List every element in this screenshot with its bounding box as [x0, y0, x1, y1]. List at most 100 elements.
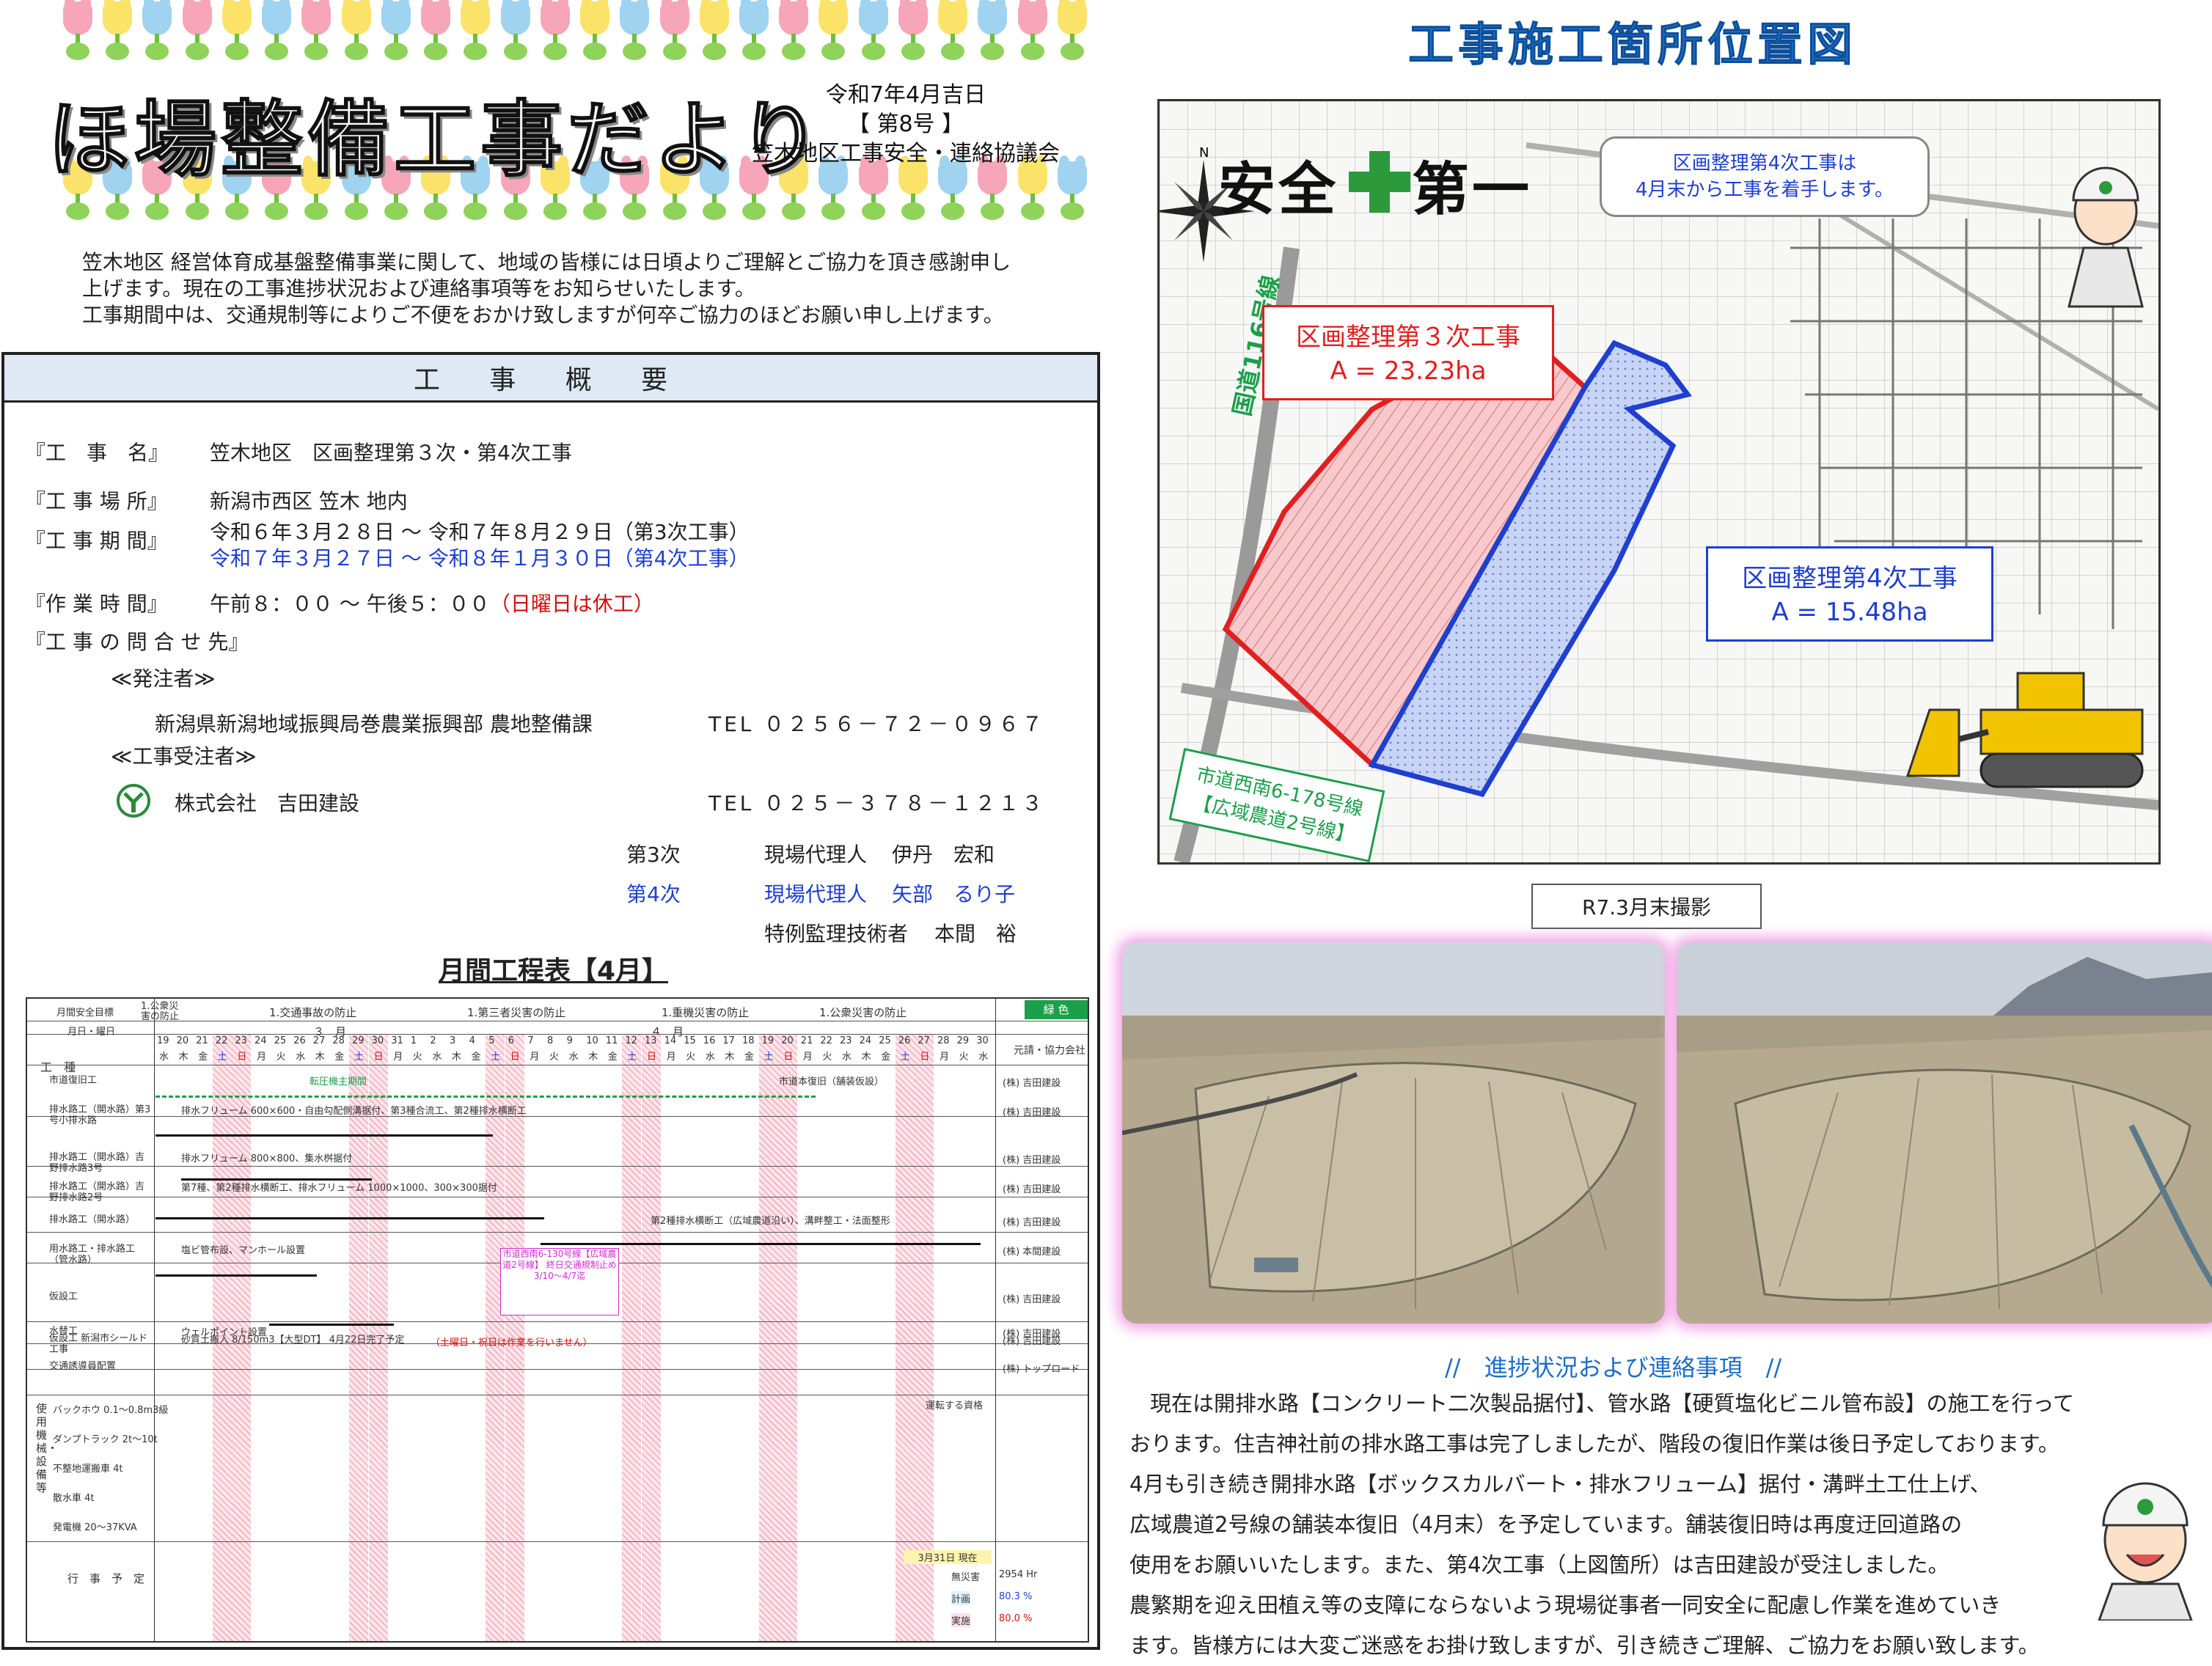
- intro-line: 笠木地区 経営体育成基盤整備事業に関して、地域の皆様には日頃よりご理解とご協力を…: [82, 250, 1011, 274]
- work-type: 仮設工: [49, 1291, 78, 1302]
- day-number: 6: [508, 1035, 515, 1046]
- intro-text: 笠木地区 経営体育成基盤整備事業に関して、地域の皆様には日頃よりご理解とご協力を…: [82, 249, 1058, 329]
- area4-name: 区画整理第4次工事: [1742, 564, 1958, 593]
- progress-text: 現在は開排水路【コンクリート二次製品据付】、管水路【硬質塩化ビニル管布設】の施工…: [1129, 1384, 2164, 1666]
- issue-date: 令和7年4月吉日: [825, 82, 986, 108]
- weekend-column: [642, 1034, 661, 1641]
- day-number: 9: [566, 1035, 573, 1046]
- weekday: 水: [296, 1052, 306, 1063]
- day-number: 30: [976, 1035, 989, 1046]
- weekday: 土: [763, 1052, 774, 1063]
- tulip-icon: [536, 0, 570, 67]
- day-number: 17: [722, 1035, 735, 1046]
- tulip-icon: [218, 0, 252, 67]
- photo-caption: R7.3月末撮影: [1531, 884, 1762, 929]
- early-period-line: [155, 1096, 816, 1099]
- grid-row-line: [27, 1166, 1088, 1167]
- issue-info: 令和7年4月吉日 【 第8号 】 笠木地区工事安全・連絡協議会: [733, 81, 1078, 169]
- weekday: 火: [412, 1052, 422, 1063]
- tulip-icon: [894, 0, 928, 67]
- early-period-note: 転圧機主期間: [310, 1076, 367, 1087]
- bar-row5: [541, 1243, 981, 1245]
- tulip-icon: [257, 0, 292, 67]
- bar-row8: [269, 1324, 394, 1326]
- goal-label: 月間安全目標: [56, 1008, 114, 1019]
- bubble-line: 4月末から工事を着手します。: [1636, 179, 1894, 201]
- goal-3: 1.第三者災害の防止: [467, 1006, 566, 1019]
- company-logo-icon: [117, 784, 150, 818]
- period-phase4: 令和７年３月２７日 ～ 令和８年１月３０日（第4次工事）: [210, 546, 750, 570]
- progress-line: 現在は開排水路【コンクリート二次製品据付】、管水路【硬質塩化ビニル管布設】の施工…: [1150, 1391, 2075, 1416]
- progress-line: 広域農道2号線の舗装本復旧（4月末）を予定しています。舗装復旧時は再度迂回道路の: [1129, 1512, 1963, 1537]
- day-number: 8: [547, 1035, 554, 1046]
- label-location: 『工 事 場 所』: [25, 489, 168, 513]
- monthly-color-badge: 緑 色: [1025, 1000, 1088, 1019]
- day-number: 29: [956, 1035, 970, 1046]
- weekday: 火: [549, 1052, 560, 1063]
- work-type: 排水路工（開水路）吉野排水路3号: [49, 1152, 145, 1174]
- weekday: 月: [940, 1052, 950, 1063]
- staff-role: 特例監理技術者: [764, 922, 909, 946]
- stat-value: 80.3 %: [999, 1591, 1033, 1602]
- weekday: 金: [334, 1052, 345, 1063]
- work-company: (株) 吉田建設: [1003, 1336, 1061, 1347]
- day-number: 11: [605, 1035, 618, 1046]
- day-number: 27: [918, 1035, 930, 1046]
- progress-line: おります。住吉神社前の排水路工事は完了しましたが、階段の復旧作業は後日予定してお…: [1129, 1431, 2059, 1456]
- weekday: 月: [530, 1052, 540, 1063]
- work-note: 砂質土搬入 8/150m3【大型DT】 4月22日完了予定: [181, 1335, 405, 1346]
- staff-phase: 第4次: [626, 882, 681, 906]
- bar-row3: [181, 1178, 372, 1181]
- weekday: 金: [198, 1052, 208, 1063]
- weekday: 月: [393, 1052, 403, 1063]
- progress-line: 4月も引き続き開排水路【ボックスカルバート・排水フリューム】据付・溝畔土工仕上げ…: [1129, 1472, 1991, 1497]
- day-number: 28: [937, 1035, 950, 1046]
- weekday: 木: [315, 1052, 325, 1063]
- progress-line: ます。皆様方には大変ご迷惑をお掛け致しますが、引き続きご理解、ご協力をお願い致し…: [1129, 1633, 2040, 1658]
- tulip-decoration-top: [59, 0, 1087, 67]
- work-note: 市道本復旧（舗装仮設）: [779, 1076, 885, 1087]
- day-number: 23: [840, 1035, 852, 1046]
- day-number: 12: [625, 1035, 637, 1046]
- day-number: 4: [469, 1035, 475, 1046]
- work-company: (株) トップロード: [1003, 1364, 1080, 1375]
- tulip-icon: [98, 0, 133, 67]
- tulip-icon: [854, 0, 888, 67]
- label-project-name: 『工 事 名』: [25, 441, 169, 465]
- weekday: 日: [647, 1052, 657, 1063]
- day-number: 22: [215, 1035, 228, 1046]
- newsletter-title: ほ場整備工事だより: [47, 92, 825, 188]
- contractor-name: 株式会社 吉田建設: [175, 791, 360, 815]
- bar-row4: [155, 1217, 544, 1219]
- weekday: 火: [686, 1052, 696, 1063]
- weekday: 火: [276, 1052, 286, 1063]
- day-number: 18: [742, 1035, 755, 1046]
- weekend-column: [758, 1034, 778, 1641]
- grid-col-line: [154, 999, 155, 1641]
- work-type: 排水路工（開水路）: [49, 1214, 136, 1225]
- orderer-label: ≪発注者≫: [111, 667, 216, 691]
- stats-date: 3月31日 現在: [904, 1550, 992, 1564]
- day-number: 30: [371, 1035, 384, 1046]
- weekday: 金: [471, 1052, 481, 1063]
- area3-size: A = 23.23ha: [1330, 356, 1487, 386]
- license-label: 運転する資格: [926, 1401, 984, 1412]
- slogan-part-a: 安全: [1218, 157, 1339, 223]
- tulip-icon: [973, 155, 1008, 227]
- svg-text:N: N: [1199, 145, 1209, 161]
- day-number: 25: [274, 1035, 287, 1046]
- grid-row-line: [27, 1034, 1088, 1035]
- weekday: 月: [257, 1052, 267, 1063]
- weekday: 水: [159, 1052, 169, 1063]
- work-company: (株) 吉田建設: [1003, 1184, 1061, 1195]
- tulip-icon: [934, 155, 968, 227]
- equipment-item: 散水車 4t: [53, 1493, 95, 1504]
- work-type: 排水路工（開水路）吉野排水路2号: [49, 1181, 145, 1203]
- tulip-icon: [297, 0, 332, 67]
- day-number: 22: [820, 1035, 832, 1046]
- orderer-name: 新潟県新潟地域振興局巻農業振興部 農地整備課: [155, 712, 593, 736]
- weekend-column: [622, 1034, 642, 1641]
- slogan-safety: 安全 第一: [1218, 144, 1532, 226]
- grid-row-line: [27, 1232, 1088, 1233]
- weekday: 金: [881, 1052, 891, 1063]
